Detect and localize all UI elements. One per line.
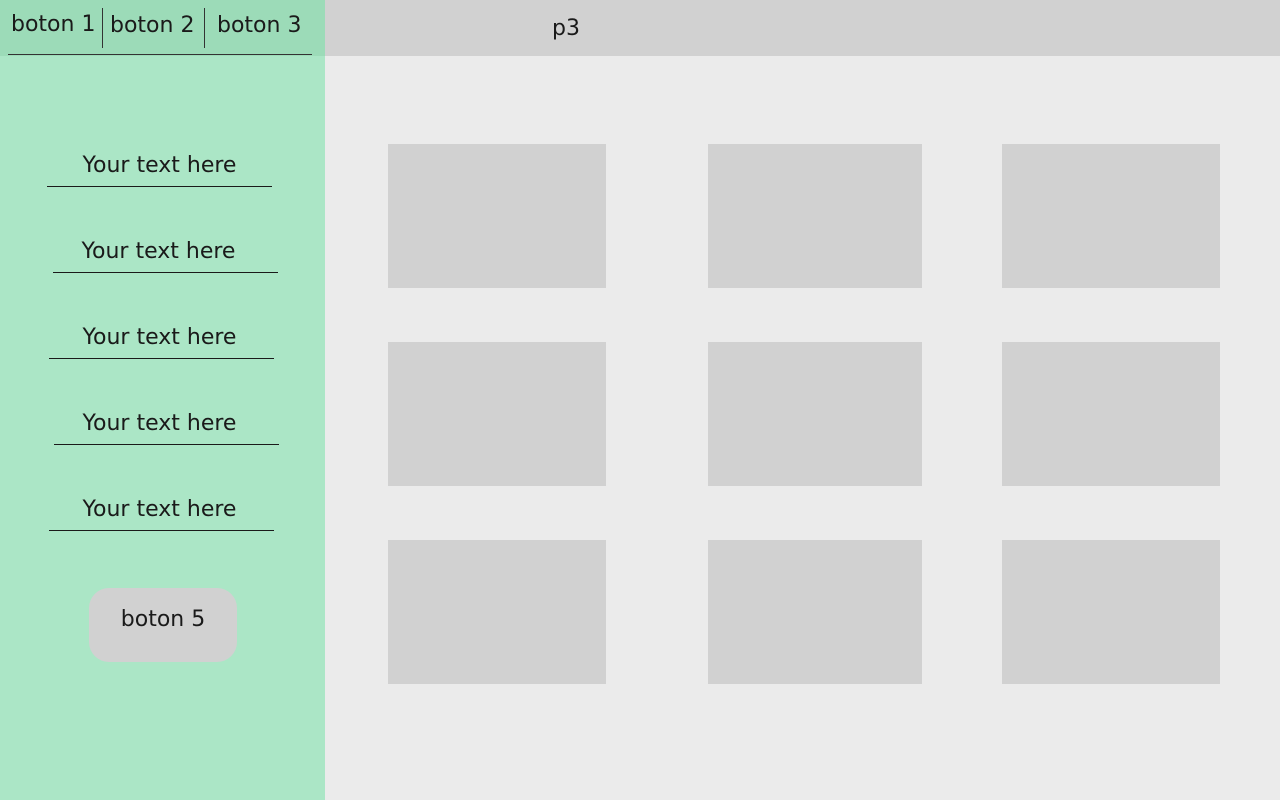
sidebar-item-4[interactable]: Your text here xyxy=(54,404,279,445)
boton-5-button[interactable]: boton 5 xyxy=(89,588,237,662)
grid-tile[interactable] xyxy=(388,144,606,288)
grid-tile[interactable] xyxy=(1002,144,1220,288)
page-title: p3 xyxy=(552,16,580,41)
tab-boton-2[interactable]: boton 2 xyxy=(110,10,194,42)
grid-tile[interactable] xyxy=(1002,342,1220,486)
sidebar-item-label: Your text here xyxy=(81,239,236,264)
sidebar-item-3[interactable]: Your text here xyxy=(49,318,274,359)
sidebar: boton 1 boton 2 boton 3 Your text here Y… xyxy=(0,0,325,800)
grid-tile[interactable] xyxy=(388,540,606,684)
sidebar-item-2[interactable]: Your text here xyxy=(53,232,278,273)
tab-divider xyxy=(204,8,205,48)
tab-bar-underline xyxy=(8,54,312,55)
app-window: boton 1 boton 2 boton 3 Your text here Y… xyxy=(0,0,1280,800)
sidebar-item-label: Your text here xyxy=(82,153,237,178)
tab-boton-3[interactable]: boton 3 xyxy=(217,10,301,42)
sidebar-item-5[interactable]: Your text here xyxy=(49,490,274,531)
grid-tile[interactable] xyxy=(708,540,922,684)
sidebar-item-label: Your text here xyxy=(82,411,237,436)
tab-divider xyxy=(102,8,103,48)
sidebar-tab-bar: boton 1 boton 2 boton 3 xyxy=(0,0,325,56)
top-bar: p3 xyxy=(325,0,1280,56)
grid-tile[interactable] xyxy=(708,144,922,288)
tab-boton-1[interactable]: boton 1 xyxy=(11,9,95,41)
grid-tile[interactable] xyxy=(708,342,922,486)
sidebar-item-label: Your text here xyxy=(82,325,237,350)
grid-tile[interactable] xyxy=(1002,540,1220,684)
sidebar-item-1[interactable]: Your text here xyxy=(47,146,272,187)
sidebar-item-label: Your text here xyxy=(82,497,237,522)
grid-tile[interactable] xyxy=(388,342,606,486)
